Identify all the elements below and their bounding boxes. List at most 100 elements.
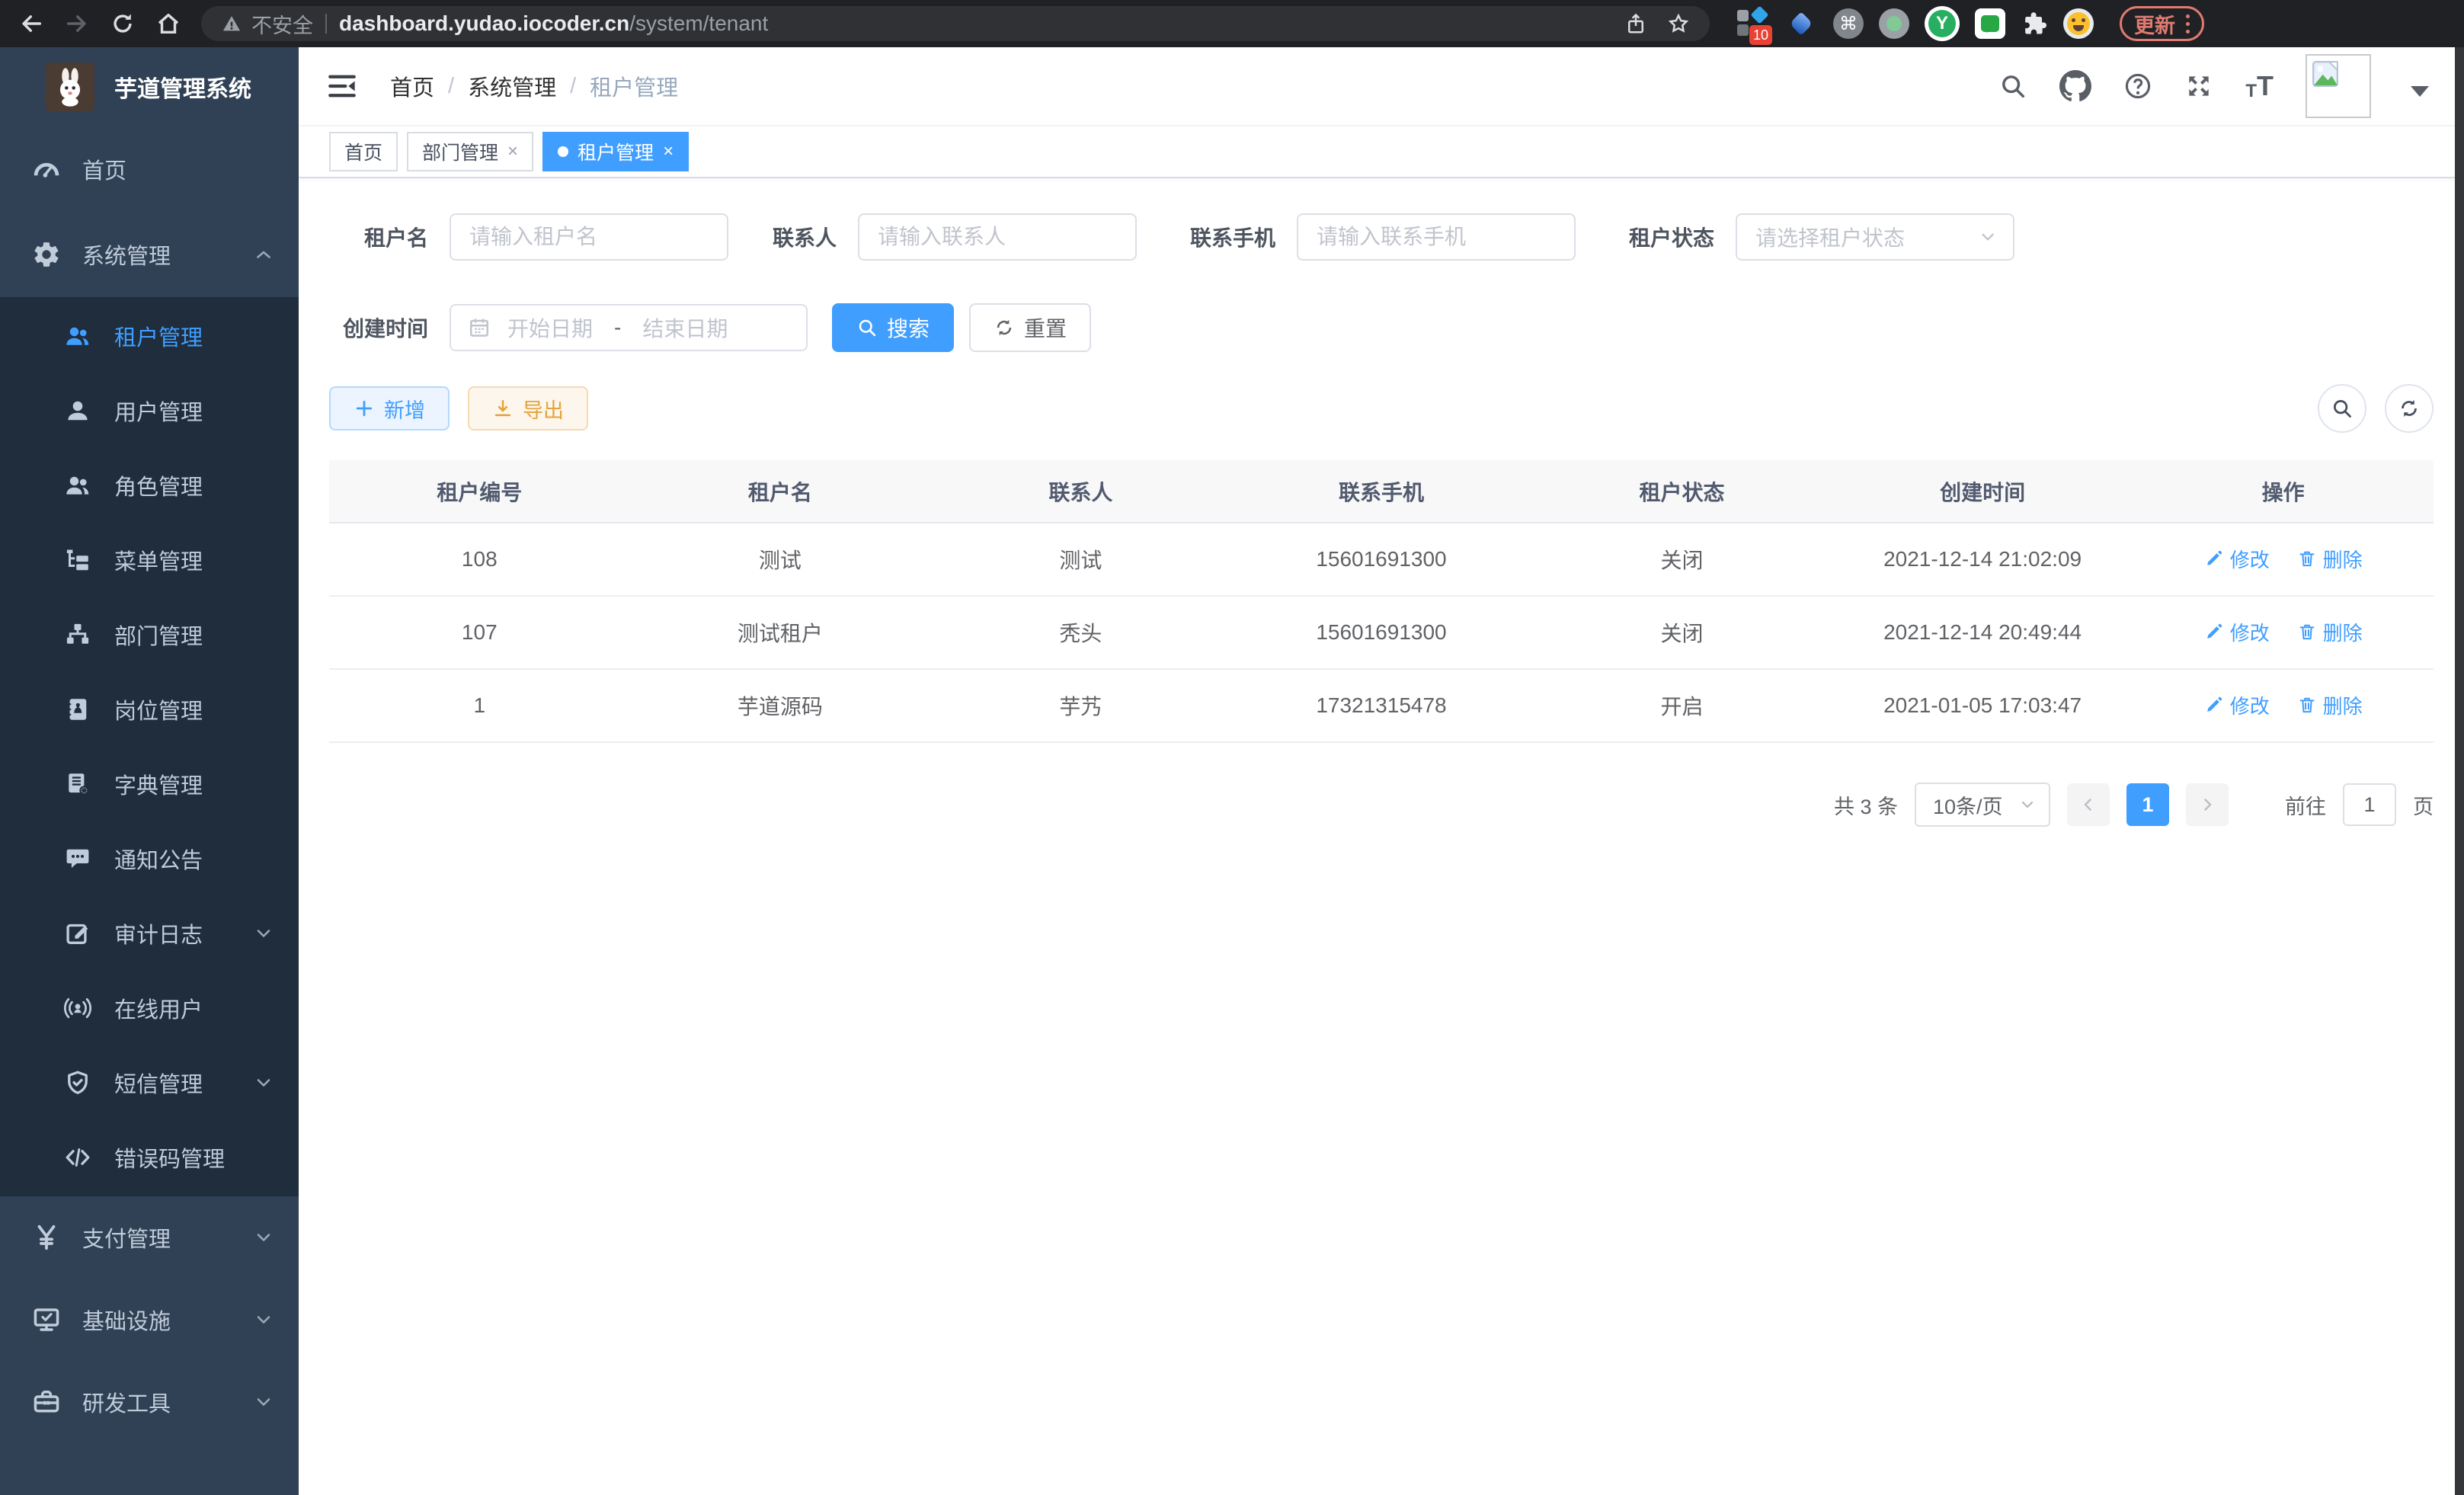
sidebar-item-menu[interactable]: 菜单管理 xyxy=(0,523,299,597)
cell-actions: 修改 删除 xyxy=(2133,669,2434,742)
tab-tenant[interactable]: 租户管理 × xyxy=(542,132,689,171)
tab-home[interactable]: 首页 xyxy=(329,132,398,171)
toggle-search-button[interactable] xyxy=(2318,384,2366,433)
extension-dot-icon[interactable] xyxy=(1879,8,1909,39)
help-icon[interactable] xyxy=(2123,72,2152,101)
cell-created: 2021-01-05 17:03:47 xyxy=(1832,669,2133,742)
avatar-caret-icon[interactable] xyxy=(2411,86,2429,106)
browser-home-icon[interactable] xyxy=(155,11,181,37)
top-navbar: 首页 / 系统管理 / 租户管理 TT xyxy=(299,47,2464,126)
sidebar-item-errcode[interactable]: 错误码管理 xyxy=(0,1120,299,1195)
sidebar-item-post[interactable]: 岗位管理 xyxy=(0,672,299,747)
extensions-puzzle-icon[interactable] xyxy=(2021,10,2048,37)
app-logo-row[interactable]: 芋道管理系统 xyxy=(0,47,299,126)
dict-book-icon xyxy=(64,770,91,798)
url-domain: dashboard.yudao.iocoder.cn xyxy=(339,11,629,35)
contact-input[interactable] xyxy=(858,213,1137,261)
extension-emoji-icon[interactable] xyxy=(2063,8,2094,39)
search-button[interactable]: 搜索 xyxy=(832,303,954,352)
sidebar-fold-icon[interactable] xyxy=(326,70,358,102)
current-page-button[interactable]: 1 xyxy=(2126,783,2169,826)
cell-mobile: 17321315478 xyxy=(1231,669,1532,742)
end-date-placeholder[interactable]: 结束日期 xyxy=(642,312,728,343)
cell-contact: 秃头 xyxy=(930,596,1231,669)
sidebar-item-dept[interactable]: 部门管理 xyxy=(0,597,299,672)
tab-label: 部门管理 xyxy=(422,138,498,165)
reset-button[interactable]: 重置 xyxy=(969,303,1091,352)
fullscreen-icon[interactable] xyxy=(2184,72,2213,101)
security-label[interactable]: 不安全 xyxy=(251,9,313,39)
cell-id: 1 xyxy=(329,669,630,742)
sidebar-item-system[interactable]: 系统管理 xyxy=(0,212,299,297)
extension-y-icon[interactable]: Y xyxy=(1925,6,1960,41)
sidebar-item-pay[interactable]: 支付管理 xyxy=(0,1196,299,1279)
sidebar-item-label: 研发工具 xyxy=(82,1386,171,1418)
tenant-name-input[interactable] xyxy=(450,213,728,261)
prev-page-button[interactable] xyxy=(2067,783,2110,826)
delete-link[interactable]: 删除 xyxy=(2297,618,2363,646)
chevron-down-icon xyxy=(253,923,274,944)
chrome-update-button[interactable]: 更新 xyxy=(2120,6,2204,41)
col-tenant-id: 租户编号 xyxy=(329,460,630,523)
extension-command-icon[interactable]: ⌘ xyxy=(1833,8,1864,39)
extension-chat-icon[interactable] xyxy=(1975,8,2005,39)
browser-back-icon[interactable] xyxy=(18,11,44,37)
browser-forward-icon[interactable] xyxy=(64,11,90,37)
sidebar-item-user[interactable]: 用户管理 xyxy=(0,373,299,448)
avatar[interactable] xyxy=(2306,54,2371,118)
url-text[interactable]: dashboard.yudao.iocoder.cn/system/tenant xyxy=(339,11,768,36)
start-date-placeholder[interactable]: 开始日期 xyxy=(507,312,593,343)
tab-dept[interactable]: 部门管理 × xyxy=(407,132,533,171)
add-button[interactable]: 新增 xyxy=(329,386,450,431)
edit-link[interactable]: 修改 xyxy=(2204,545,2270,573)
table-header-row: 租户编号 租户名 联系人 联系手机 租户状态 创建时间 操作 xyxy=(329,460,2434,523)
font-size-icon[interactable]: TT xyxy=(2245,70,2274,102)
tenant-users-icon xyxy=(64,322,91,350)
refresh-table-button[interactable] xyxy=(2385,384,2434,433)
omnibox-divider xyxy=(325,14,327,34)
breadcrumb-home[interactable]: 首页 xyxy=(390,70,434,102)
goto-page-input[interactable] xyxy=(2343,783,2396,826)
export-button[interactable]: 导出 xyxy=(468,386,588,431)
sidebar-item-sms[interactable]: 短信管理 xyxy=(0,1045,299,1120)
status-select[interactable]: 请选择租户状态 xyxy=(1736,213,2014,261)
page-size-select[interactable]: 10条/页 xyxy=(1915,783,2050,827)
browser-reload-icon[interactable] xyxy=(110,11,136,37)
sidebar-item-notice[interactable]: 通知公告 xyxy=(0,821,299,896)
col-created: 创建时间 xyxy=(1832,460,2133,523)
edit-link[interactable]: 修改 xyxy=(2204,691,2270,719)
trash-icon xyxy=(2297,695,2317,715)
github-icon[interactable] xyxy=(2059,70,2091,102)
close-icon[interactable]: × xyxy=(507,141,518,162)
browser-menu-icon[interactable] xyxy=(2186,14,2190,34)
sidebar-item-online[interactable]: 在线用户 xyxy=(0,971,299,1045)
refresh-icon xyxy=(994,317,1015,338)
delete-link[interactable]: 删除 xyxy=(2297,691,2363,719)
cell-name: 测试租户 xyxy=(630,596,931,669)
sidebar-item-devtool[interactable]: 研发工具 xyxy=(0,1361,299,1443)
delete-link[interactable]: 删除 xyxy=(2297,545,2363,573)
sidebar-item-auditlog[interactable]: 审计日志 xyxy=(0,896,299,971)
breadcrumb-section[interactable]: 系统管理 xyxy=(468,70,556,102)
tenant-name-label: 租户名 xyxy=(329,222,428,252)
edit-link[interactable]: 修改 xyxy=(2204,618,2270,646)
bookmark-star-icon[interactable] xyxy=(1667,12,1690,35)
sidebar-item-infra[interactable]: 基础设施 xyxy=(0,1279,299,1361)
search-icon[interactable] xyxy=(1998,72,2027,101)
next-page-button[interactable] xyxy=(2186,783,2229,826)
sidebar-item-role[interactable]: 角色管理 xyxy=(0,448,299,523)
edit-label: 修改 xyxy=(2230,691,2270,719)
system-submenu: 租户管理 用户管理 角色管理 菜单管理 部门管理 岗位管理 xyxy=(0,297,299,1196)
date-range-input[interactable]: 开始日期 - 结束日期 xyxy=(450,304,808,351)
chevron-down-icon xyxy=(1978,227,1998,247)
sidebar-item-tenant[interactable]: 租户管理 xyxy=(0,299,299,373)
sidebar-item-home[interactable]: 首页 xyxy=(0,126,299,212)
mobile-input[interactable] xyxy=(1297,213,1576,261)
extension-kite-icon[interactable] xyxy=(1784,7,1818,40)
close-icon[interactable]: × xyxy=(663,141,674,162)
extension-grid-icon[interactable]: 10 xyxy=(1736,7,1769,40)
toolbox-icon xyxy=(32,1388,61,1417)
address-bar[interactable]: 不安全 dashboard.yudao.iocoder.cn/system/te… xyxy=(201,6,1710,41)
sidebar-item-dict[interactable]: 字典管理 xyxy=(0,747,299,821)
share-icon[interactable] xyxy=(1624,12,1647,35)
